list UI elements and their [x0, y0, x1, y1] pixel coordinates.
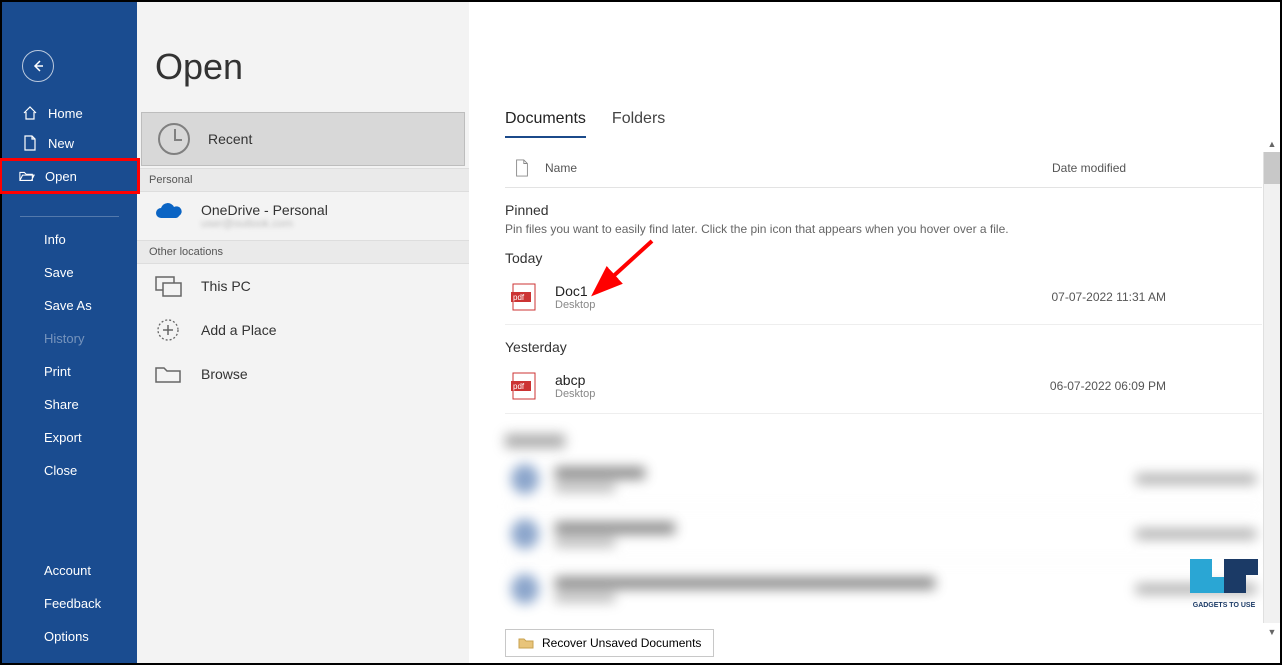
location-label: This PC — [201, 278, 251, 294]
scroll-up-icon[interactable]: ▲ — [1264, 135, 1280, 152]
file-row[interactable]: pdf Doc1 Desktop 07-07-2022 11:31 AM — [505, 270, 1262, 325]
location-browse[interactable]: Browse — [137, 352, 469, 396]
column-headers: Name Date modified — [505, 149, 1262, 188]
column-name[interactable]: Name — [545, 161, 1052, 175]
location-recent[interactable]: Recent — [141, 112, 465, 166]
location-this-pc[interactable]: This PC — [137, 264, 469, 308]
file-icon — [511, 159, 533, 177]
nav-options[interactable]: Options — [2, 620, 137, 653]
nav-info[interactable]: Info — [2, 223, 137, 256]
nav-open[interactable]: Open — [0, 158, 140, 194]
location-label: Add a Place — [201, 322, 277, 338]
nav-account[interactable]: Account — [2, 554, 137, 587]
file-date: 06-07-2022 06:09 PM — [1050, 379, 1256, 393]
location-label: Recent — [208, 131, 252, 147]
nav-save-as[interactable]: Save As — [2, 289, 137, 322]
location-label: OneDrive - Personal — [201, 202, 328, 218]
watermark-logo: GADGETS TO USE — [1184, 553, 1264, 613]
file-tabs: Documents Folders — [505, 110, 1262, 139]
section-personal: Personal — [137, 168, 469, 192]
scroll-down-icon[interactable]: ▼ — [1264, 623, 1280, 640]
nav-label: Home — [48, 106, 83, 121]
location-add-place[interactable]: Add a Place — [137, 308, 469, 352]
group-today: Today — [505, 250, 1262, 266]
nav-print[interactable]: Print — [2, 355, 137, 388]
column-date[interactable]: Date modified — [1052, 161, 1262, 175]
tab-documents[interactable]: Documents — [505, 110, 586, 138]
onedrive-icon — [153, 202, 183, 222]
pdf-icon: pdf — [511, 371, 539, 401]
nav-export[interactable]: Export — [2, 421, 137, 454]
page-title: Open — [155, 46, 469, 88]
nav-home[interactable]: Home — [2, 98, 137, 128]
file-location: Desktop — [555, 299, 595, 311]
nav-feedback[interactable]: Feedback — [2, 587, 137, 620]
nav-close[interactable]: Close — [2, 454, 137, 487]
svg-text:pdf: pdf — [513, 382, 525, 391]
section-other: Other locations — [137, 240, 469, 264]
scrollbar[interactable]: ▲ ▼ — [1263, 152, 1280, 623]
nav-save[interactable]: Save — [2, 256, 137, 289]
recover-unsaved-button[interactable]: Recover Unsaved Documents — [505, 629, 714, 657]
location-onedrive[interactable]: OneDrive - Personal user@outlook.com — [137, 192, 469, 240]
group-yesterday: Yesterday — [505, 339, 1262, 355]
this-pc-icon — [153, 274, 183, 298]
nav-new[interactable]: New — [2, 128, 137, 158]
nav-history: History — [2, 322, 137, 355]
nav-label: New — [48, 136, 74, 151]
onedrive-email: user@outlook.com — [201, 218, 328, 230]
file-date: 07-07-2022 11:31 AM — [1051, 290, 1256, 304]
file-list-panel: Documents Folders Name Date modified Pin… — [469, 2, 1280, 663]
recover-label: Recover Unsaved Documents — [542, 636, 701, 650]
open-folder-icon — [19, 168, 35, 184]
back-arrow-icon — [31, 59, 45, 73]
nav-label: Open — [45, 169, 77, 184]
group-pinned: Pinned — [505, 202, 1262, 218]
file-location: Desktop — [555, 388, 595, 400]
pdf-icon: pdf — [511, 282, 539, 312]
file-name: abcp — [555, 372, 595, 388]
home-icon — [22, 105, 38, 121]
pinned-hint: Pin files you want to easily find later.… — [505, 222, 1262, 236]
svg-text:GADGETS TO USE: GADGETS TO USE — [1193, 602, 1256, 609]
file-row-blurred — [505, 562, 1262, 616]
clock-icon — [158, 123, 190, 155]
file-name: Doc1 — [555, 283, 595, 299]
new-doc-icon — [22, 135, 38, 151]
backstage-sidebar: Home New Open Info Save Save As History … — [2, 2, 137, 663]
group-blurred — [505, 434, 565, 448]
file-row[interactable]: pdf abcp Desktop 06-07-2022 06:09 PM — [505, 359, 1262, 414]
folder-icon — [518, 636, 534, 650]
location-label: Browse — [201, 366, 248, 382]
file-row-blurred — [505, 507, 1262, 562]
locations-panel: Open Recent Personal OneDrive - Personal… — [137, 2, 469, 663]
browse-folder-icon — [153, 362, 183, 386]
nav-share[interactable]: Share — [2, 388, 137, 421]
file-row-blurred — [505, 452, 1262, 507]
back-button[interactable] — [22, 50, 54, 82]
add-place-icon — [153, 318, 183, 342]
scrollbar-thumb[interactable] — [1264, 152, 1280, 184]
svg-text:pdf: pdf — [513, 293, 525, 302]
tab-folders[interactable]: Folders — [612, 110, 665, 138]
